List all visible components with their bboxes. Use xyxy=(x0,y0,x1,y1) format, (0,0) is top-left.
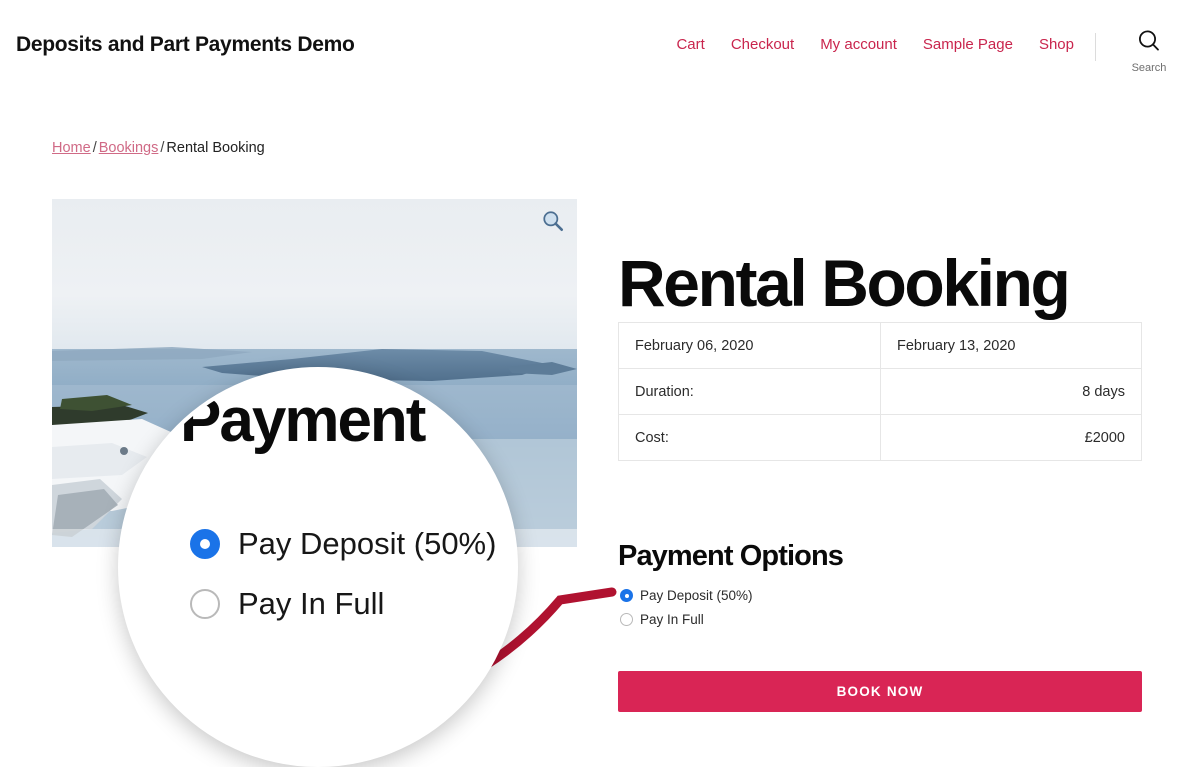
callout-radio-pay-deposit xyxy=(190,529,220,559)
callout-options-group: Pay Deposit (50%) Pay In Full xyxy=(190,526,496,622)
row-date-from: February 06, 2020 xyxy=(618,322,881,369)
table-row: February 06, 2020 February 13, 2020 xyxy=(618,322,1142,369)
image-zoom-icon[interactable] xyxy=(541,209,565,233)
page-title: Rental Booking xyxy=(618,246,1071,321)
row-duration-label: Duration: xyxy=(618,368,881,415)
header-divider xyxy=(1095,33,1096,61)
booking-details-table: February 06, 2020 February 13, 2020 Dura… xyxy=(618,322,1142,461)
nav-item-checkout[interactable]: Checkout xyxy=(731,36,794,53)
payment-options-group: Pay Deposit (50%) Pay In Full xyxy=(620,588,753,627)
payment-option-label: Pay Deposit (50%) xyxy=(640,588,753,603)
radio-pay-deposit[interactable] xyxy=(620,589,633,602)
payment-options-heading: Payment Options xyxy=(618,540,844,573)
search-label: Search xyxy=(1131,62,1167,74)
callout-radio-pay-in-full xyxy=(190,589,220,619)
callout-heading: Payment xyxy=(180,386,426,455)
payment-option-deposit[interactable]: Pay Deposit (50%) xyxy=(620,588,753,603)
main-navigation: Cart Checkout My account Sample Page Sho… xyxy=(676,36,1074,53)
nav-item-shop[interactable]: Shop xyxy=(1039,36,1074,53)
breadcrumb-separator-1: / xyxy=(92,140,97,156)
search-icon xyxy=(1136,28,1162,59)
table-row: Duration: 8 days xyxy=(618,368,1142,415)
breadcrumb-current: Rental Booking xyxy=(166,140,265,156)
callout-option-deposit: Pay Deposit (50%) xyxy=(190,526,496,562)
search-button[interactable]: Search xyxy=(1112,28,1186,74)
callout-option-full: Pay In Full xyxy=(190,586,496,622)
site-title: Deposits and Part Payments Demo xyxy=(16,33,355,56)
row-date-to: February 13, 2020 xyxy=(880,322,1142,369)
callout-magnifier: Payment Pay Deposit (50%) Pay In Full xyxy=(118,367,518,767)
row-duration-value: 8 days xyxy=(880,368,1142,415)
breadcrumb: Home / Bookings / Rental Booking xyxy=(52,140,265,156)
nav-item-my-account[interactable]: My account xyxy=(820,36,897,53)
callout-option-label: Pay Deposit (50%) xyxy=(238,526,497,561)
row-cost-label: Cost: xyxy=(618,414,881,461)
site-header: Deposits and Part Payments Demo Cart Che… xyxy=(0,0,1200,92)
book-now-button[interactable]: BOOK NOW xyxy=(618,671,1142,712)
radio-pay-in-full[interactable] xyxy=(620,613,633,626)
nav-item-cart[interactable]: Cart xyxy=(676,36,704,53)
breadcrumb-home[interactable]: Home xyxy=(52,140,91,156)
nav-item-sample-page[interactable]: Sample Page xyxy=(923,36,1013,53)
payment-option-full[interactable]: Pay In Full xyxy=(620,612,753,627)
row-cost-value: £2000 xyxy=(880,414,1142,461)
callout-option-label: Pay In Full xyxy=(238,586,385,621)
breadcrumb-bookings[interactable]: Bookings xyxy=(99,140,159,156)
table-row: Cost: £2000 xyxy=(618,414,1142,461)
payment-option-label: Pay In Full xyxy=(640,612,704,627)
